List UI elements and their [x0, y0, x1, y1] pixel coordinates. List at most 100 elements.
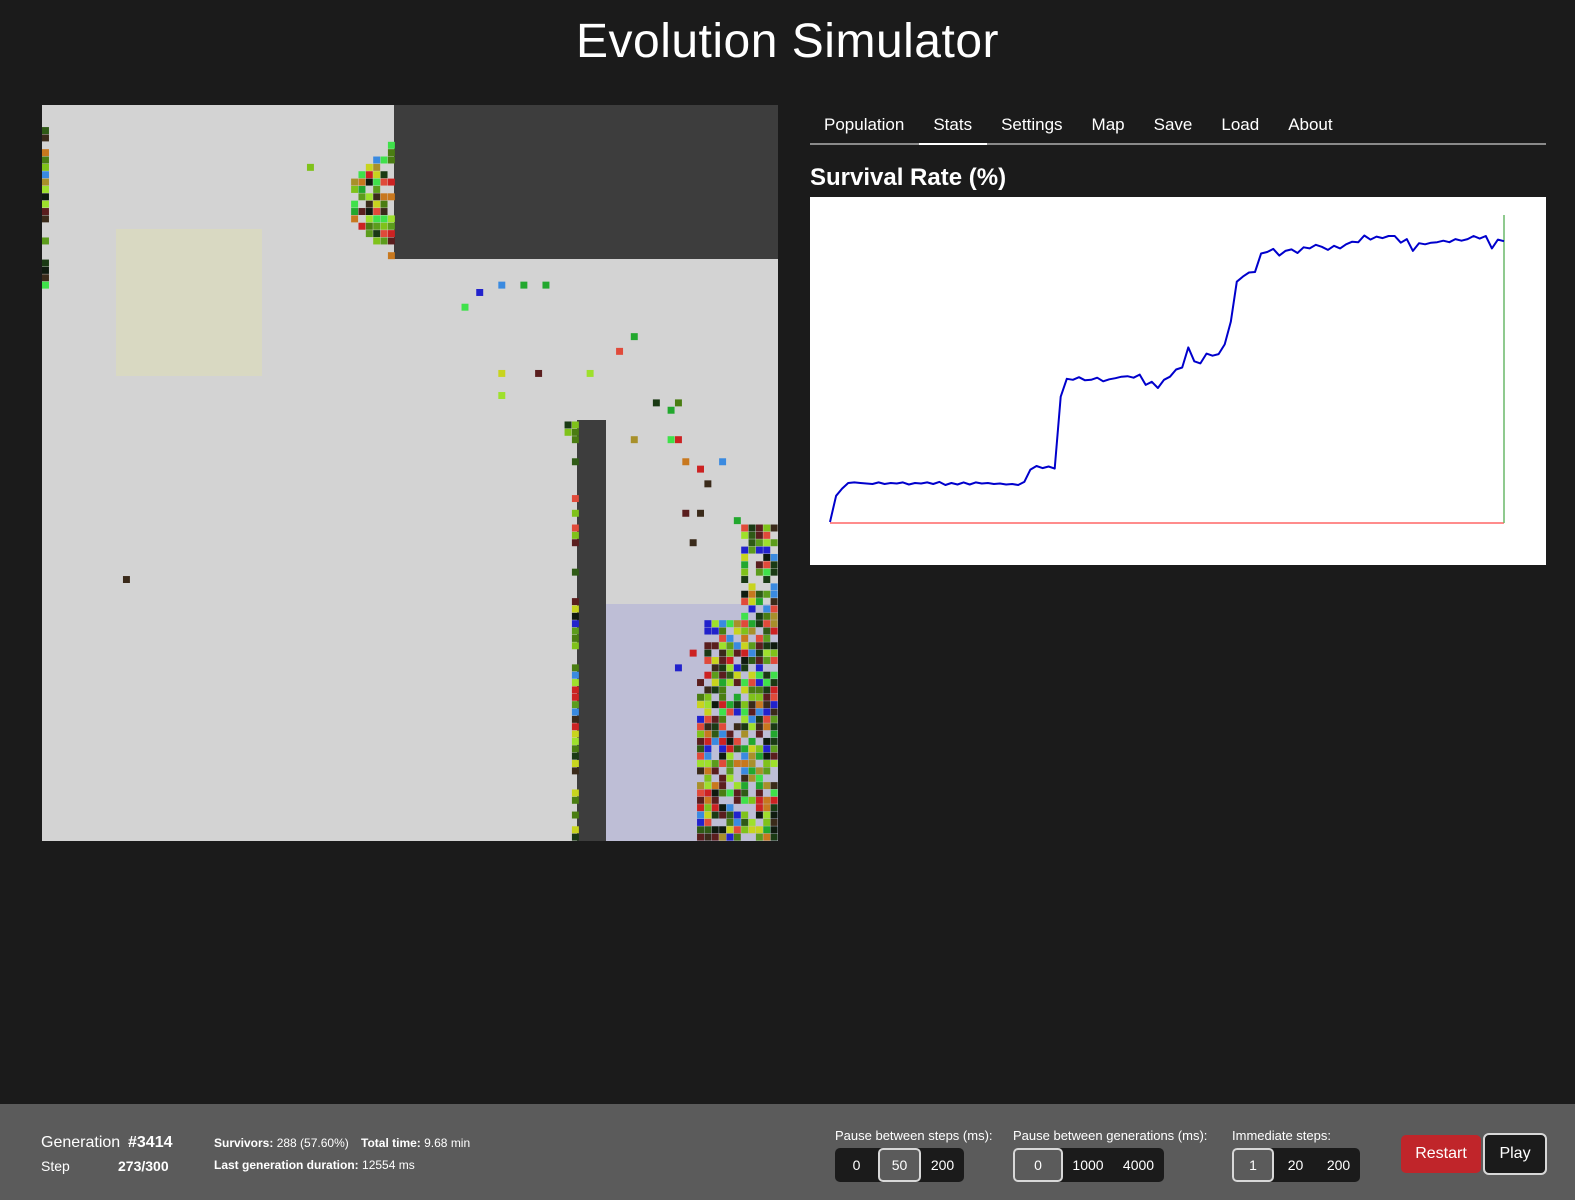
creature — [373, 156, 381, 164]
creature — [763, 693, 771, 701]
creature — [726, 701, 734, 709]
restart-button[interactable]: Restart — [1401, 1135, 1481, 1173]
creature — [571, 789, 579, 797]
tab-settings[interactable]: Settings — [987, 105, 1077, 145]
pause-gen-option-1000[interactable]: 1000 — [1063, 1148, 1113, 1182]
creature — [726, 730, 734, 738]
creature — [689, 649, 697, 657]
creature — [704, 752, 712, 760]
creature — [763, 715, 771, 723]
creature — [763, 782, 771, 790]
pause-gen-option-4000[interactable]: 4000 — [1113, 1148, 1164, 1182]
pause-generations-label: Pause between generations (ms): — [1013, 1128, 1208, 1143]
play-button[interactable]: Play — [1483, 1133, 1547, 1175]
immediate-option-200[interactable]: 200 — [1317, 1148, 1360, 1182]
creature — [387, 252, 395, 260]
creature — [763, 620, 771, 628]
tab-load[interactable]: Load — [1207, 105, 1274, 145]
creature — [755, 693, 763, 701]
creature — [719, 642, 727, 650]
creature — [770, 598, 778, 606]
creature — [697, 715, 704, 723]
creature — [498, 392, 506, 399]
simulation-world[interactable] — [42, 105, 778, 841]
creature — [704, 649, 712, 657]
creature — [42, 178, 49, 186]
creature — [748, 649, 756, 657]
creature — [726, 774, 734, 782]
creature — [763, 605, 771, 613]
generation-label: Generation — [41, 1134, 121, 1151]
creature — [770, 782, 778, 790]
creature — [711, 686, 719, 694]
creature — [564, 428, 572, 436]
creature — [711, 811, 719, 819]
creature — [726, 679, 734, 687]
creature — [571, 760, 579, 767]
creature — [741, 576, 749, 583]
creature — [755, 789, 763, 797]
creature — [770, 789, 778, 797]
creature — [674, 436, 682, 444]
creature — [373, 208, 381, 215]
creature — [755, 796, 763, 804]
creature — [748, 708, 756, 716]
creature — [726, 804, 734, 812]
creature — [719, 745, 727, 753]
creature — [763, 546, 771, 554]
tab-population[interactable]: Population — [810, 105, 919, 145]
creature — [704, 818, 712, 826]
immediate-option-20[interactable]: 20 — [1274, 1148, 1317, 1182]
creature — [719, 701, 727, 709]
creature — [733, 693, 741, 701]
creature — [711, 826, 719, 834]
creature — [755, 679, 763, 687]
creature — [697, 737, 704, 745]
creature — [358, 222, 366, 230]
creature — [380, 237, 388, 245]
creature — [741, 590, 749, 598]
creature — [763, 833, 771, 841]
tab-map[interactable]: Map — [1078, 105, 1140, 145]
creature — [741, 767, 749, 775]
creature — [733, 679, 741, 687]
creature — [365, 163, 373, 171]
tab-save[interactable]: Save — [1140, 105, 1208, 145]
creature — [42, 163, 49, 171]
creature — [711, 715, 719, 723]
survival-rate-line — [829, 234, 1505, 523]
creature — [770, 627, 778, 635]
tab-about[interactable]: About — [1274, 105, 1347, 145]
creature — [571, 598, 579, 606]
pause-steps-option-0[interactable]: 0 — [835, 1148, 878, 1182]
creature — [770, 612, 778, 620]
creature — [733, 811, 741, 819]
pause-steps-option-50[interactable]: 50 — [878, 1148, 921, 1182]
creature — [763, 634, 771, 642]
creature — [770, 723, 778, 731]
creature — [755, 782, 763, 790]
pause-steps-option-200[interactable]: 200 — [921, 1148, 964, 1182]
creature — [770, 568, 778, 576]
creature — [704, 642, 712, 650]
creature — [763, 679, 771, 687]
creature — [704, 627, 712, 635]
creature — [697, 811, 704, 819]
creature — [704, 480, 712, 488]
creature — [748, 605, 756, 613]
creature — [770, 737, 778, 745]
creature — [763, 796, 771, 804]
creature — [755, 561, 763, 569]
pause-gen-option-0[interactable]: 0 — [1013, 1148, 1063, 1182]
creature — [763, 576, 771, 583]
creature — [741, 774, 749, 782]
creature — [733, 737, 741, 745]
immediate-steps-label: Immediate steps: — [1232, 1128, 1331, 1143]
creature — [571, 693, 579, 701]
tab-stats[interactable]: Stats — [919, 105, 988, 145]
creature — [748, 524, 756, 532]
creature — [748, 539, 756, 547]
tab-bar: Population Stats Settings Map Save Load … — [810, 105, 1546, 145]
immediate-option-1[interactable]: 1 — [1232, 1148, 1274, 1182]
creature — [733, 789, 741, 797]
